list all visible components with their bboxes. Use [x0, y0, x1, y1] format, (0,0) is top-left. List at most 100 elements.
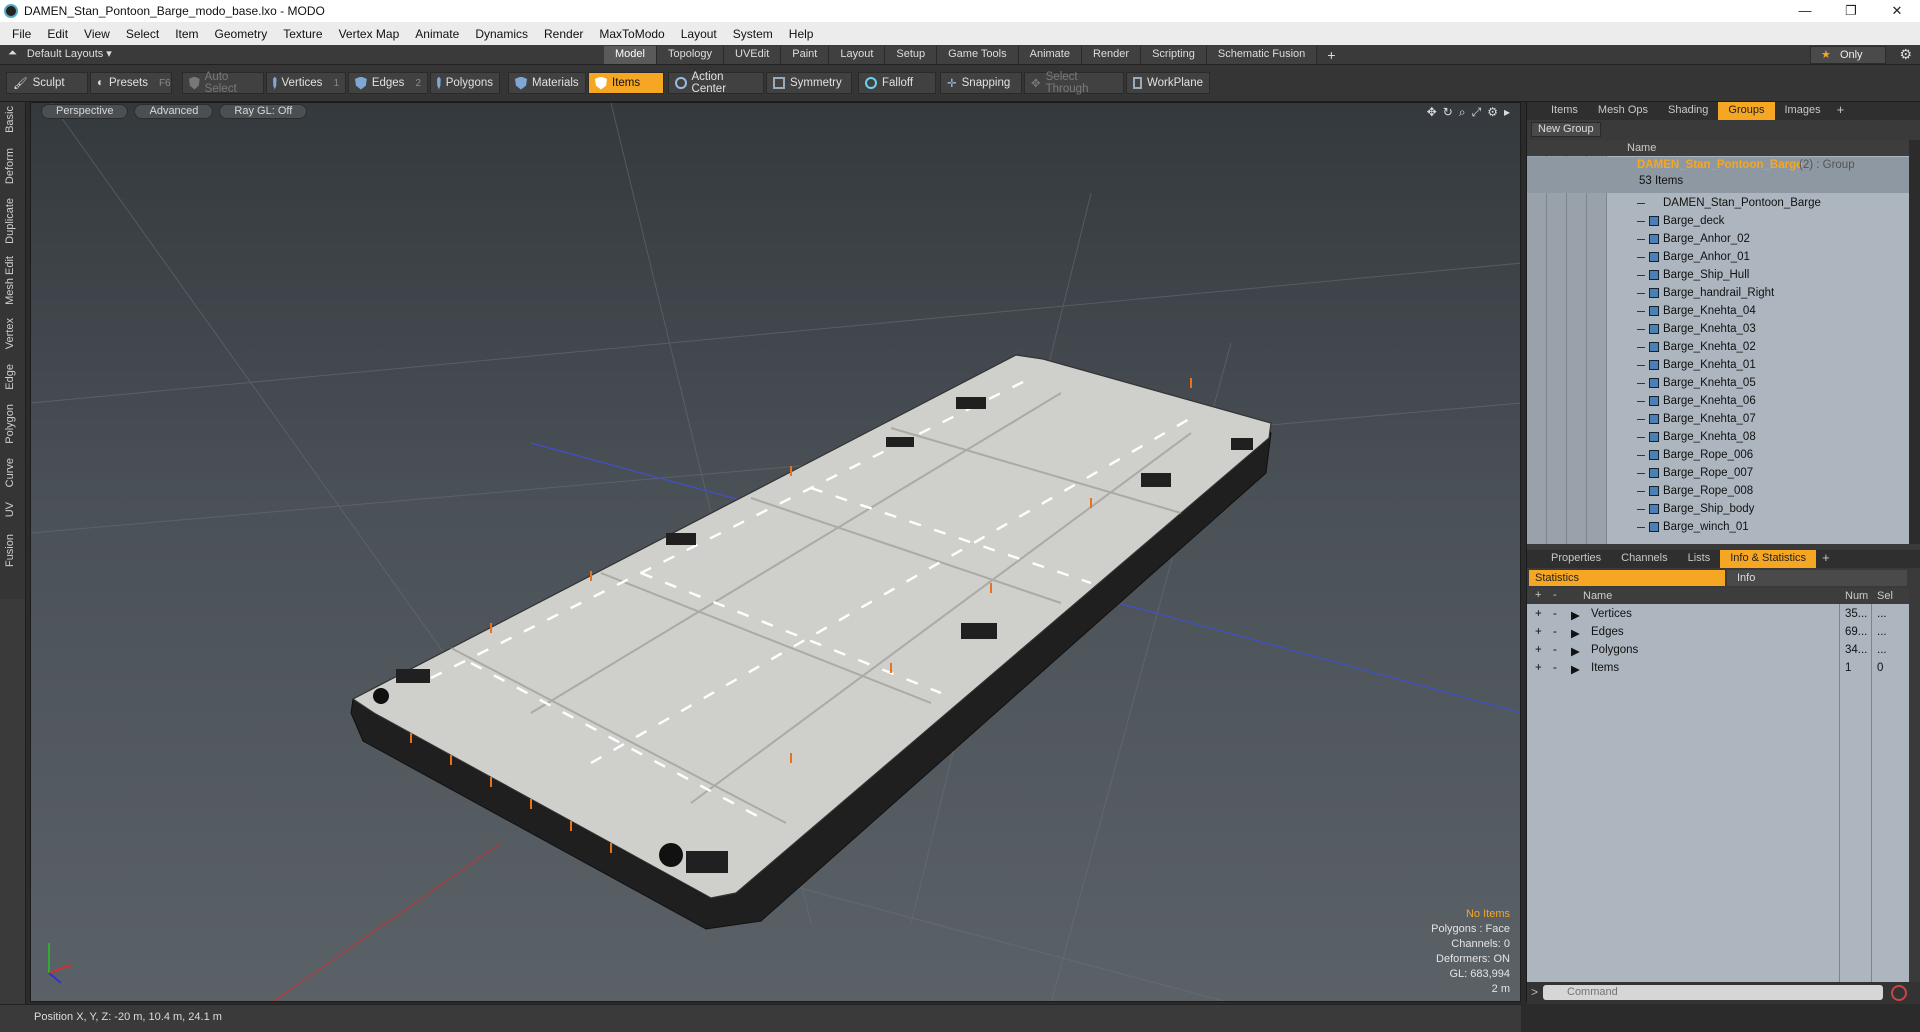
disclosure-triangle-icon[interactable]: ▶: [1571, 644, 1580, 658]
tab-properties[interactable]: Properties: [1541, 550, 1611, 568]
materials-button[interactable]: Materials: [508, 72, 586, 94]
tab-animate[interactable]: Animate: [1018, 46, 1082, 64]
num-column-header[interactable]: Num: [1845, 590, 1868, 602]
list-item[interactable]: Barge_winch_01: [1527, 518, 1909, 536]
maximize-button[interactable]: ❐: [1828, 0, 1874, 22]
groups-list[interactable]: Name DAMEN_Stan_Pontoon_Barge (2) : Grou…: [1527, 140, 1909, 544]
command-input[interactable]: [1543, 985, 1883, 1000]
raygl-toggle[interactable]: Ray GL: Off: [219, 104, 308, 119]
list-item[interactable]: Barge_Anhor_02: [1527, 230, 1909, 248]
collapse-icon[interactable]: -: [1553, 608, 1557, 620]
expand-icon[interactable]: +: [1535, 626, 1542, 638]
edges-button[interactable]: Edges 2: [348, 72, 428, 94]
vtab-vertex[interactable]: Vertex: [4, 318, 16, 349]
tab-images[interactable]: Images: [1775, 102, 1831, 120]
workplane-button[interactable]: WorkPlane: [1126, 72, 1210, 94]
vtab-fusion[interactable]: Fusion: [4, 534, 16, 567]
menu-help[interactable]: Help: [781, 27, 822, 41]
menu-maxtomodo[interactable]: MaxToModo: [591, 27, 672, 41]
tab-render[interactable]: Render: [1081, 46, 1142, 64]
tab-info[interactable]: Info: [1727, 570, 1907, 586]
auto-select-button[interactable]: Auto Select: [182, 71, 264, 95]
zoom-icon[interactable]: ⌕: [1459, 105, 1466, 120]
tab-groups[interactable]: Groups: [1718, 102, 1775, 120]
new-group-button[interactable]: New Group: [1531, 122, 1601, 137]
expand-icon[interactable]: +: [1535, 662, 1542, 674]
list-item[interactable]: Barge_Knehta_02: [1527, 338, 1909, 356]
menu-vertex-map[interactable]: Vertex Map: [331, 27, 408, 41]
list-item[interactable]: Barge_deck: [1527, 212, 1909, 230]
list-item[interactable]: Barge_Knehta_05: [1527, 374, 1909, 392]
close-button[interactable]: ✕: [1874, 0, 1920, 22]
shading-dropdown[interactable]: Advanced: [134, 104, 214, 119]
menu-file[interactable]: File: [4, 27, 39, 41]
tab-info-statistics[interactable]: Info & Statistics: [1720, 550, 1817, 568]
disclosure-triangle-icon[interactable]: ▶: [1571, 608, 1580, 622]
pan-icon[interactable]: ✥: [1427, 105, 1437, 120]
fit-icon[interactable]: ⤢: [1472, 105, 1482, 120]
name-column-header[interactable]: Name: [1583, 590, 1612, 602]
vtab-uv[interactable]: UV: [4, 502, 16, 517]
tab-mesh-ops[interactable]: Mesh Ops: [1588, 102, 1658, 120]
tab-paint[interactable]: Paint: [781, 46, 830, 64]
vtab-polygon[interactable]: Polygon: [4, 404, 16, 444]
tab-items[interactable]: Items: [1541, 102, 1588, 120]
expand-icon[interactable]: ▸: [1504, 105, 1510, 120]
select-through-button[interactable]: ✥ Select Through: [1024, 71, 1124, 95]
falloff-button[interactable]: Falloff: [858, 72, 936, 94]
list-item[interactable]: DAMEN_Stan_Pontoon_Barge: [1527, 194, 1909, 212]
vtab-basic[interactable]: Basic: [4, 106, 16, 133]
menu-view[interactable]: View: [76, 27, 118, 41]
only-toggle[interactable]: ★ Only: [1810, 46, 1886, 64]
vtab-duplicate[interactable]: Duplicate: [4, 198, 16, 244]
vtab-curve[interactable]: Curve: [4, 458, 16, 487]
expand-icon[interactable]: +: [1535, 608, 1542, 620]
expand-all-icon[interactable]: +: [1535, 589, 1541, 601]
collapse-icon[interactable]: -: [1553, 644, 1557, 656]
menu-layout[interactable]: Layout: [673, 27, 725, 41]
add-panel-tab[interactable]: +: [1831, 102, 1851, 120]
collapse-icon[interactable]: -: [1553, 626, 1557, 638]
vtab-deform[interactable]: Deform: [4, 148, 16, 184]
list-item[interactable]: Barge_Knehta_01: [1527, 356, 1909, 374]
collapse-icon[interactable]: -: [1553, 662, 1557, 674]
list-item[interactable]: Barge_Ship_body: [1527, 500, 1909, 518]
sel-column-header[interactable]: Sel: [1877, 590, 1893, 602]
list-item[interactable]: Barge_Knehta_04: [1527, 302, 1909, 320]
menu-edit[interactable]: Edit: [39, 27, 76, 41]
disclosure-triangle-icon[interactable]: ▶: [1571, 626, 1580, 640]
presets-button[interactable]: ◐ Presets F6: [90, 72, 172, 94]
items-button[interactable]: Items: [588, 72, 664, 94]
add-tab-button[interactable]: +: [1317, 46, 1345, 64]
menu-texture[interactable]: Texture: [275, 27, 330, 41]
add-panel-tab[interactable]: +: [1816, 550, 1836, 568]
tab-uvedit[interactable]: UVEdit: [724, 46, 782, 64]
tab-schematic-fusion[interactable]: Schematic Fusion: [1206, 46, 1318, 64]
list-item[interactable]: Barge_Rope_006: [1527, 446, 1909, 464]
table-row[interactable]: + - ▶ Edges 69... ...: [1527, 624, 1909, 642]
tab-shading[interactable]: Shading: [1658, 102, 1718, 120]
collapse-all-icon[interactable]: -: [1553, 589, 1557, 601]
list-item[interactable]: Barge_Anhor_01: [1527, 248, 1909, 266]
expand-icon[interactable]: +: [1535, 644, 1542, 656]
vtab-edge[interactable]: Edge: [4, 364, 16, 390]
table-row[interactable]: + - ▶ Vertices 35... ...: [1527, 606, 1909, 624]
menu-geometry[interactable]: Geometry: [207, 27, 276, 41]
rotate-icon[interactable]: ↻: [1443, 105, 1453, 120]
list-item[interactable]: Barge_Knehta_07: [1527, 410, 1909, 428]
group-row[interactable]: DAMEN_Stan_Pontoon_Barge (2) : Group 53 …: [1527, 157, 1909, 193]
action-center-button[interactable]: Action Center: [668, 71, 764, 95]
list-item[interactable]: Barge_Ship_Hull: [1527, 266, 1909, 284]
list-item[interactable]: Barge_Knehta_06: [1527, 392, 1909, 410]
groups-scrollbar[interactable]: [1909, 140, 1920, 544]
view-mode-dropdown[interactable]: Perspective: [41, 104, 129, 119]
polygons-button[interactable]: Polygons: [430, 72, 500, 94]
gear-icon[interactable]: ⚙: [1899, 46, 1912, 63]
tab-lists[interactable]: Lists: [1678, 550, 1721, 568]
vtab-mesh-edit[interactable]: Mesh Edit: [4, 256, 16, 305]
tab-statistics[interactable]: Statistics: [1529, 570, 1725, 586]
list-item[interactable]: Barge_Rope_008: [1527, 482, 1909, 500]
layout-selector[interactable]: Default Layouts ▾: [27, 47, 112, 60]
name-column-header[interactable]: Name: [1627, 142, 1656, 154]
tab-setup[interactable]: Setup: [885, 46, 938, 64]
